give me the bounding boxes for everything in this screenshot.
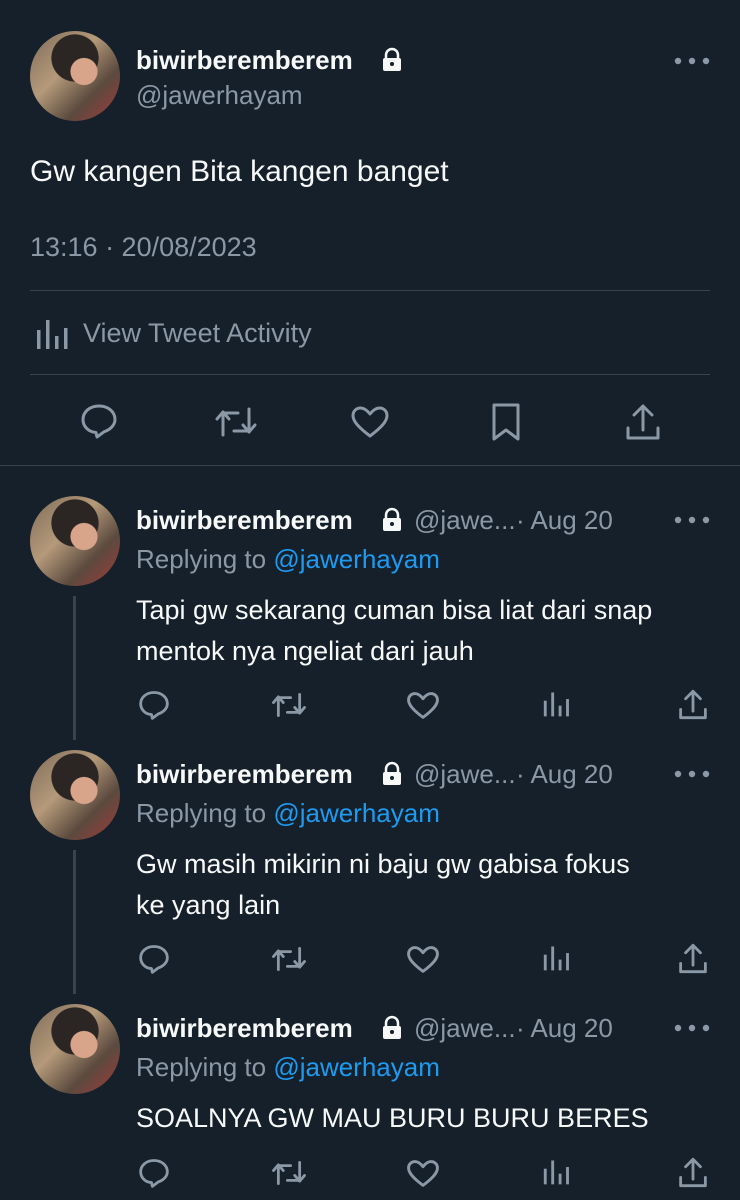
lock-icon <box>383 507 401 531</box>
tweet-text-line: SOALNYA GW MAU BURU BURU BERES <box>136 1103 649 1133</box>
lock-icon <box>383 761 401 785</box>
divider <box>0 465 740 466</box>
reply-icon[interactable] <box>138 690 170 720</box>
tweet-text-line: mentok nya ngeliat dari jauh <box>136 636 474 666</box>
lock-icon <box>383 1015 401 1039</box>
display-name[interactable]: biwirberemberem <box>136 759 353 790</box>
tweet-text: Gw masih mikirin ni baju gw gabisa fokus… <box>136 844 630 926</box>
display-name[interactable]: biwirberemberem <box>136 45 353 76</box>
tweet-text-line: ke yang lain <box>136 890 281 920</box>
avatar[interactable] <box>30 31 120 121</box>
replying-to: Replying to @jawerhayam <box>136 798 440 829</box>
handle[interactable]: @jawe... <box>414 1013 516 1044</box>
replying-to-prefix: Replying to <box>136 544 267 574</box>
more-icon[interactable] <box>672 768 712 780</box>
replying-to: Replying to @jawerhayam <box>136 1052 440 1083</box>
more-icon[interactable] <box>672 514 712 526</box>
view-tweet-activity-link[interactable]: View Tweet Activity <box>83 318 312 349</box>
handle[interactable]: @jawerhayam <box>136 80 303 111</box>
replying-to-link[interactable]: @jawerhayam <box>273 544 440 574</box>
tweet-text: Tapi gw sekarang cuman bisa liat dari sn… <box>136 590 652 672</box>
analytics-icon[interactable] <box>36 318 70 350</box>
share-icon[interactable] <box>677 1156 709 1189</box>
like-icon[interactable] <box>350 405 390 439</box>
avatar[interactable] <box>30 496 120 586</box>
tweet-text-line: Gw masih mikirin ni baju gw gabisa fokus <box>136 849 630 879</box>
like-icon[interactable] <box>406 691 440 720</box>
replying-to: Replying to @jawerhayam <box>136 544 440 575</box>
reply-icon[interactable] <box>80 403 118 439</box>
reply-icon[interactable] <box>138 944 170 974</box>
share-icon[interactable] <box>677 942 709 975</box>
tweet-date[interactable]: · Aug 20 <box>516 505 613 536</box>
share-icon[interactable] <box>677 688 709 721</box>
replying-to-prefix: Replying to <box>136 1052 267 1082</box>
share-icon[interactable] <box>624 402 662 442</box>
thread-line <box>73 850 76 994</box>
like-icon[interactable] <box>406 945 440 974</box>
analytics-icon[interactable] <box>543 944 571 972</box>
retweet-icon[interactable] <box>271 945 307 973</box>
more-icon[interactable] <box>672 55 712 67</box>
lock-icon <box>383 47 401 71</box>
tweet-text-line: Tapi gw sekarang cuman bisa liat dari sn… <box>136 595 653 625</box>
timestamp[interactable]: 13:16 · 20/08/2023 <box>30 232 257 263</box>
retweet-icon[interactable] <box>271 1159 307 1187</box>
analytics-icon[interactable] <box>543 1158 571 1186</box>
divider <box>30 290 710 291</box>
avatar[interactable] <box>30 750 120 840</box>
replying-to-prefix: Replying to <box>136 798 267 828</box>
thread-line <box>73 596 76 740</box>
more-icon[interactable] <box>672 1022 712 1034</box>
display-name[interactable]: biwirberemberem <box>136 505 353 536</box>
handle[interactable]: @jawe... <box>414 505 516 536</box>
handle[interactable]: @jawe... <box>414 759 516 790</box>
bookmark-icon[interactable] <box>490 402 522 442</box>
tweet-text: SOALNYA GW MAU BURU BURU BERES <box>136 1098 649 1139</box>
tweet-date[interactable]: · Aug 20 <box>516 1013 613 1044</box>
divider <box>30 374 710 375</box>
replying-to-link[interactable]: @jawerhayam <box>273 1052 440 1082</box>
analytics-icon[interactable] <box>543 690 571 718</box>
retweet-icon[interactable] <box>271 691 307 719</box>
tweet-text: Gw kangen Bita kangen banget <box>30 155 449 188</box>
replying-to-link[interactable]: @jawerhayam <box>273 798 440 828</box>
avatar[interactable] <box>30 1004 120 1094</box>
reply-icon[interactable] <box>138 1158 170 1188</box>
like-icon[interactable] <box>406 1159 440 1188</box>
tweet-date[interactable]: · Aug 20 <box>516 759 613 790</box>
retweet-icon[interactable] <box>214 405 258 439</box>
display-name[interactable]: biwirberemberem <box>136 1013 353 1044</box>
